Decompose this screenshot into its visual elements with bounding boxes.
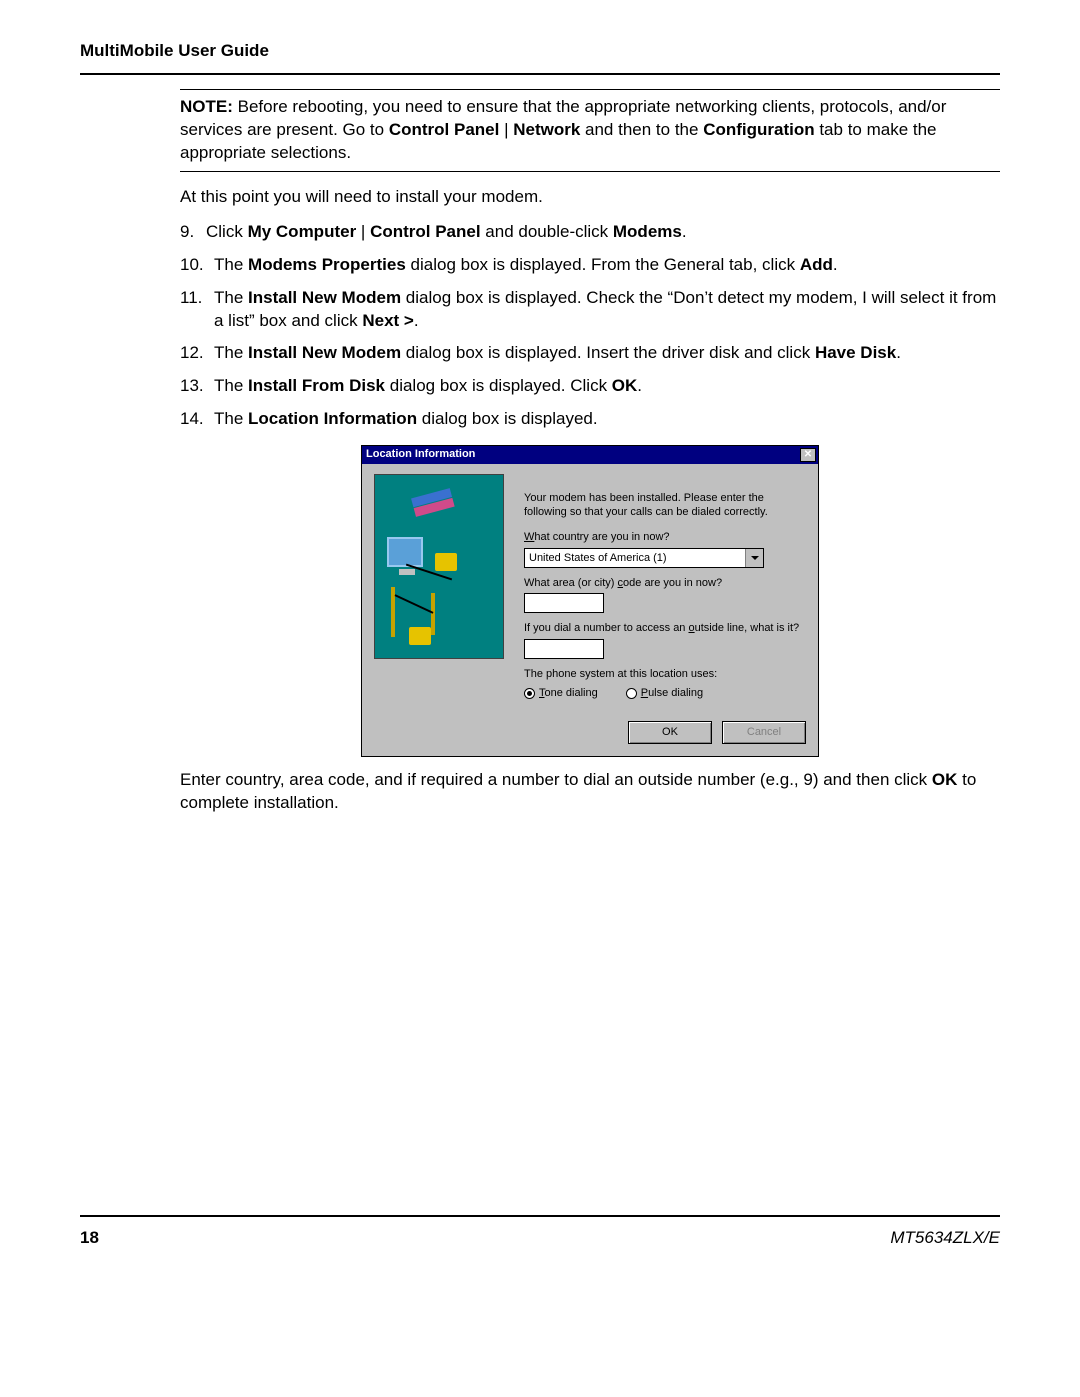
note-block: NOTE: Before rebooting, you need to ensu… bbox=[180, 89, 1000, 172]
step-number: 11. bbox=[180, 287, 214, 333]
trailing-paragraph: Enter country, area code, and if require… bbox=[180, 769, 1000, 815]
step-number: 9. bbox=[180, 221, 206, 244]
step-body: The Install New Modem dialog box is disp… bbox=[214, 287, 1000, 333]
screenshot-wrap: Location Information ✕ bbox=[180, 445, 1000, 757]
note-text-d: and then to the bbox=[580, 120, 703, 139]
cancel-button[interactable]: Cancel bbox=[722, 721, 806, 744]
step-number: 12. bbox=[180, 342, 214, 365]
step-item: 14.The Location Information dialog box i… bbox=[180, 408, 1000, 431]
dialog-titlebar: Location Information ✕ bbox=[362, 446, 818, 464]
note-label: NOTE: bbox=[180, 97, 233, 116]
content-column: NOTE: Before rebooting, you need to ensu… bbox=[180, 89, 1000, 815]
country-combo[interactable]: United States of America (1) bbox=[524, 548, 764, 568]
step-body: The Modems Properties dialog box is disp… bbox=[214, 254, 1000, 277]
step-number: 13. bbox=[180, 375, 214, 398]
monitor-icon bbox=[387, 537, 423, 567]
note-bold-e: Configuration bbox=[703, 120, 814, 139]
outside-line-input[interactable] bbox=[524, 639, 604, 659]
combo-dropdown-button[interactable] bbox=[745, 549, 763, 567]
step-item: 9.Click My Computer | Control Panel and … bbox=[180, 221, 1000, 244]
doc-header: MultiMobile User Guide bbox=[80, 40, 1000, 75]
dialog-form: Your modem has been installed. Please en… bbox=[524, 474, 806, 701]
tone-dialing-radio[interactable]: Tone dialing bbox=[524, 686, 598, 701]
close-button[interactable]: ✕ bbox=[800, 448, 816, 462]
dialog-illustration bbox=[374, 474, 504, 659]
step-body: Click My Computer | Control Panel and do… bbox=[206, 221, 1000, 244]
page-footer: 18 MT5634ZLX/E bbox=[80, 1215, 1000, 1250]
note-bold-b: Control Panel bbox=[389, 120, 500, 139]
step-item: 10.The Modems Properties dialog box is d… bbox=[180, 254, 1000, 277]
step-number: 10. bbox=[180, 254, 214, 277]
step-body: The Install From Disk dialog box is disp… bbox=[214, 375, 1000, 398]
step-body: The Install New Modem dialog box is disp… bbox=[214, 342, 1000, 365]
step-body: The Location Information dialog box is d… bbox=[214, 408, 1000, 431]
steps-list: 9.Click My Computer | Control Panel and … bbox=[180, 221, 1000, 432]
close-icon: ✕ bbox=[804, 450, 812, 460]
country-value: United States of America (1) bbox=[525, 549, 745, 567]
radio-icon bbox=[524, 688, 535, 699]
note-sep-b: | bbox=[499, 120, 513, 139]
ok-button[interactable]: OK bbox=[628, 721, 712, 744]
step-item: 12.The Install New Modem dialog box is d… bbox=[180, 342, 1000, 365]
chevron-down-icon bbox=[751, 554, 759, 562]
location-information-dialog: Location Information ✕ bbox=[361, 445, 819, 757]
step-item: 11.The Install New Modem dialog box is d… bbox=[180, 287, 1000, 333]
phone-icon bbox=[409, 627, 431, 645]
radio-icon bbox=[626, 688, 637, 699]
dialog-intro: Your modem has been installed. Please en… bbox=[524, 492, 806, 520]
pulse-dialing-radio[interactable]: Pulse dialing bbox=[626, 686, 703, 701]
phone-icon bbox=[435, 553, 457, 571]
step-number: 14. bbox=[180, 408, 214, 431]
country-label: What country are you in now? bbox=[524, 530, 806, 545]
lead-paragraph: At this point you will need to install y… bbox=[180, 186, 1000, 209]
area-label: What area (or city) code are you in now? bbox=[524, 576, 806, 591]
note-bold-c: Network bbox=[513, 120, 580, 139]
model-number: MT5634ZLX/E bbox=[890, 1227, 1000, 1250]
dialog-title: Location Information bbox=[366, 447, 475, 462]
phone-system-label: The phone system at this location uses: bbox=[524, 667, 806, 682]
step-item: 13.The Install From Disk dialog box is d… bbox=[180, 375, 1000, 398]
area-code-input[interactable] bbox=[524, 593, 604, 613]
page-number: 18 bbox=[80, 1227, 99, 1250]
outside-label: If you dial a number to access an outsid… bbox=[524, 621, 806, 636]
